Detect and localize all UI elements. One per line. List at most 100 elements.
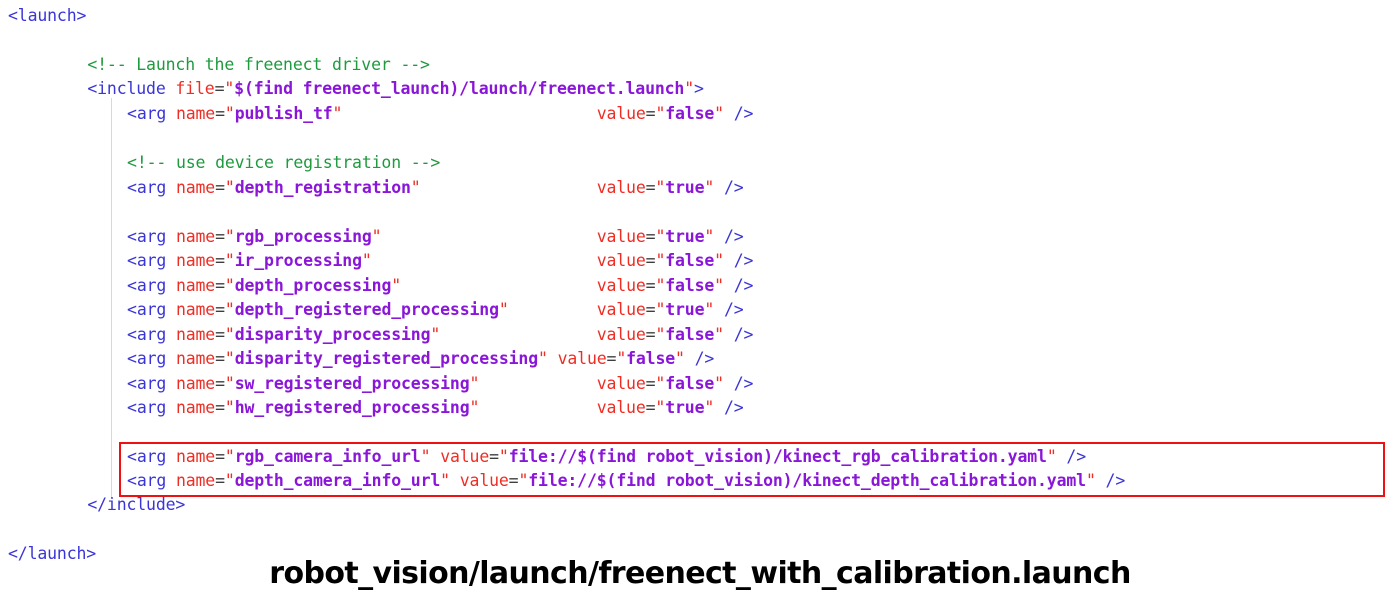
line-arg-disparity-processing: <arg name="disparity_processing" value="…: [127, 323, 753, 348]
token-quote: ": [714, 374, 724, 393]
token-val: rgb_camera_info_url: [234, 447, 421, 466]
token-val: depth_processing: [234, 276, 392, 295]
token-attr: value: [596, 374, 646, 393]
token-eq: =: [215, 227, 225, 246]
token-attr: name: [175, 251, 216, 270]
line-arg-depth-registered-processing: <arg name="depth_registered_processing" …: [127, 298, 744, 323]
token-quote: ": [704, 300, 715, 319]
token-val: disparity_registered_processing: [234, 349, 538, 368]
token-val: true: [665, 227, 705, 246]
line-launch-open: <launch>: [8, 4, 86, 29]
line-arg-publish-tf: <arg name="publish_tf" value="false" />: [127, 102, 753, 127]
token-tag: <arg: [127, 349, 176, 368]
token-val: false: [665, 104, 715, 123]
token-eq: =: [645, 276, 656, 295]
token-pad: [548, 349, 558, 368]
token-eq: =: [508, 471, 519, 490]
token-quote: ": [1046, 447, 1057, 466]
token-quote: ": [224, 349, 235, 368]
token-pad: [430, 447, 440, 466]
token-eq: =: [215, 471, 225, 490]
token-comment: <!-- Launch the freenect driver -->: [87, 55, 430, 74]
line-arg-hw-registered-processing: <arg name="hw_registered_processing" val…: [127, 396, 744, 421]
token-quote: ": [371, 227, 382, 246]
token-val: false: [665, 251, 715, 270]
token-attr: value: [596, 300, 646, 319]
token-eq: =: [489, 447, 499, 466]
token-tag: <arg: [127, 300, 176, 319]
token-quote: ": [675, 349, 685, 368]
token-quote: ": [410, 178, 421, 197]
token-val: true: [665, 398, 705, 417]
token-eq: =: [215, 104, 225, 123]
token-val: disparity_processing: [234, 325, 431, 344]
token-quote: ": [704, 178, 715, 197]
token-val: $(find freenect_launch)/launch/freenect.…: [234, 79, 685, 98]
token-pad: [479, 374, 596, 393]
token-val: hw_registered_processing: [234, 398, 470, 417]
token-attr: value: [557, 349, 607, 368]
token-eq: =: [215, 398, 225, 417]
token-attr: name: [175, 178, 216, 197]
token-val: file://$(find robot_vision)/kinect_depth…: [528, 471, 1086, 490]
token-eq: =: [215, 300, 225, 319]
token-attr: name: [175, 471, 216, 490]
token-quote: ": [655, 398, 666, 417]
token-quote: ": [430, 325, 441, 344]
token-tag: <arg: [127, 227, 176, 246]
token-quote: ": [224, 178, 235, 197]
token-attr: value: [596, 276, 646, 295]
token-val: file://$(find robot_vision)/kinect_rgb_c…: [508, 447, 1047, 466]
token-quote: ": [224, 79, 235, 98]
token-val: true: [665, 300, 705, 319]
token-val: depth_registration: [234, 178, 411, 197]
token-quote: ": [684, 79, 695, 98]
token-attr: value: [596, 398, 646, 417]
token-pad: [440, 325, 597, 344]
token-val: rgb_processing: [234, 227, 372, 246]
token-quote: ": [655, 178, 666, 197]
token-pad: [479, 398, 596, 417]
token-quote: ": [655, 300, 666, 319]
token-attr: name: [175, 374, 216, 393]
token-tag: <arg: [127, 251, 176, 270]
token-quote: ": [655, 276, 666, 295]
token-quote: ": [440, 471, 450, 490]
token-quote: ": [224, 325, 235, 344]
token-tag: <arg: [127, 447, 176, 466]
token-val: depth_camera_info_url: [234, 471, 441, 490]
token-quote: ": [224, 374, 235, 393]
token-eq: =: [645, 374, 656, 393]
token-attr: value: [459, 471, 509, 490]
token-quote: ": [224, 276, 235, 295]
token-attr: name: [175, 349, 216, 368]
token-quote: ": [391, 276, 402, 295]
token-quote: ": [655, 227, 666, 246]
token-quote: ": [224, 300, 235, 319]
token-quote: ": [224, 251, 235, 270]
token-tag: <arg: [127, 374, 176, 393]
token-pad: [401, 276, 597, 295]
token-eq: =: [645, 104, 656, 123]
token-tag: </include>: [87, 495, 186, 514]
figure-caption: robot_vision/launch/freenect_with_calibr…: [269, 556, 1131, 591]
token-quote: ": [714, 251, 724, 270]
token-quote: ": [498, 300, 509, 319]
token-punct: />: [723, 104, 754, 123]
token-eq: =: [215, 374, 225, 393]
token-eq: =: [645, 178, 656, 197]
token-quote: ": [538, 349, 548, 368]
token-eq: =: [645, 398, 656, 417]
token-tag: <arg: [127, 325, 176, 344]
token-quote: ": [498, 447, 509, 466]
token-eq: =: [215, 325, 225, 344]
token-quote: ": [714, 276, 724, 295]
token-punct: />: [714, 178, 744, 197]
token-punct: />: [714, 398, 744, 417]
line-arg-depth-registration: <arg name="depth_registration" value="tr…: [127, 176, 744, 201]
token-attr: value: [596, 325, 646, 344]
line-comment-driver: <!-- Launch the freenect driver -->: [87, 53, 430, 78]
token-quote: ": [332, 104, 343, 123]
token-pad: [509, 300, 597, 319]
token-attr: name: [175, 447, 216, 466]
